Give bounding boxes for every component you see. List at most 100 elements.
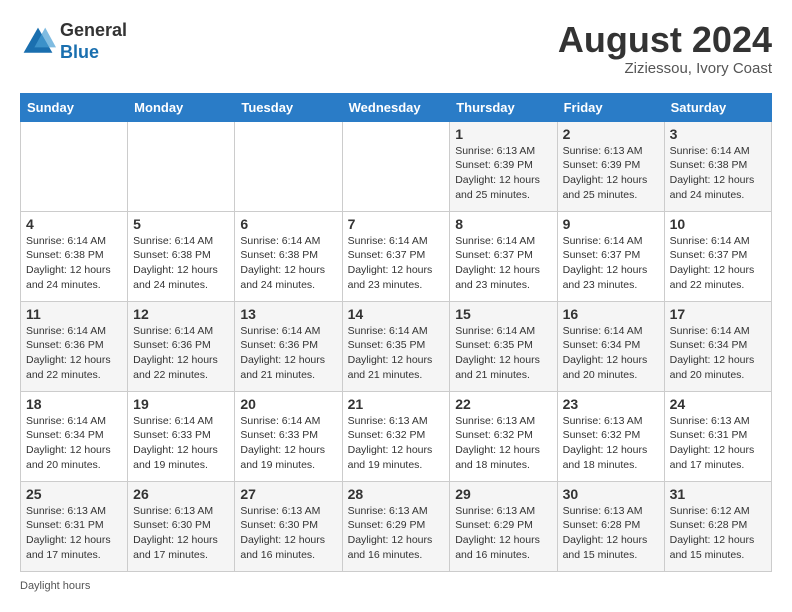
day-number: 20 [240,396,336,412]
day-number: 12 [133,306,229,322]
weekday-header-cell: Monday [128,93,235,121]
calendar-cell: 21 Sunrise: 6:13 AM Sunset: 6:32 PM Dayli… [342,391,450,481]
calendar-cell: 20 Sunrise: 6:14 AM Sunset: 6:33 PM Dayli… [235,391,342,481]
day-number: 30 [563,486,659,502]
calendar-cell: 25 Sunrise: 6:13 AM Sunset: 6:31 PM Dayli… [21,481,128,571]
weekday-header-row: SundayMondayTuesdayWednesdayThursdayFrid… [21,93,772,121]
day-number: 9 [563,216,659,232]
calendar-week-row: 25 Sunrise: 6:13 AM Sunset: 6:31 PM Dayli… [21,481,772,571]
day-info: Sunrise: 6:12 AM Sunset: 6:28 PM Dayligh… [670,504,766,563]
calendar-cell: 7Sunrise: 6:14 AM Sunset: 6:37 PM Daylig… [342,211,450,301]
logo-text: General Blue [60,20,127,63]
day-info: Sunrise: 6:13 AM Sunset: 6:32 PM Dayligh… [563,414,659,473]
day-number: 29 [455,486,551,502]
calendar-week-row: 18Sunrise: 6:14 AM Sunset: 6:34 PM Dayli… [21,391,772,481]
day-info: Sunrise: 6:14 AM Sunset: 6:37 PM Dayligh… [348,234,445,293]
day-number: 14 [348,306,445,322]
day-number: 22 [455,396,551,412]
calendar-cell: 31 Sunrise: 6:12 AM Sunset: 6:28 PM Dayli… [664,481,771,571]
day-number: 4 [26,216,122,232]
calendar-cell: 11Sunrise: 6:14 AM Sunset: 6:36 PM Dayli… [21,301,128,391]
day-number: 31 [670,486,766,502]
day-info: Sunrise: 6:13 AM Sunset: 6:31 PM Dayligh… [670,414,766,473]
day-info: Sunrise: 6:14 AM Sunset: 6:37 PM Dayligh… [455,234,551,293]
day-number: 16 [563,306,659,322]
day-number: 25 [26,486,122,502]
calendar-cell: 10 Sunrise: 6:14 AM Sunset: 6:37 PM Dayli… [664,211,771,301]
page-header: General Blue August 2024 Ziziessou, Ivor… [20,20,772,77]
calendar-cell [21,121,128,211]
day-info: Sunrise: 6:13 AM Sunset: 6:29 PM Dayligh… [348,504,445,563]
calendar-cell: 26 Sunrise: 6:13 AM Sunset: 6:30 PM Dayli… [128,481,235,571]
logo: General Blue [20,20,127,63]
calendar-cell: 9 Sunrise: 6:14 AM Sunset: 6:37 PM Daylig… [557,211,664,301]
location: Ziziessou, Ivory Coast [558,60,772,77]
day-info: Sunrise: 6:13 AM Sunset: 6:39 PM Dayligh… [455,144,551,203]
day-info: Sunrise: 6:13 AM Sunset: 6:29 PM Dayligh… [455,504,551,563]
day-number: 15 [455,306,551,322]
day-number: 19 [133,396,229,412]
day-info: Sunrise: 6:14 AM Sunset: 6:34 PM Dayligh… [563,324,659,383]
day-info: Sunrise: 6:14 AM Sunset: 6:38 PM Dayligh… [240,234,336,293]
logo-general: General [60,20,127,42]
day-info: Sunrise: 6:14 AM Sunset: 6:34 PM Dayligh… [670,324,766,383]
day-info: Sunrise: 6:14 AM Sunset: 6:36 PM Dayligh… [240,324,336,383]
calendar-cell: 23 Sunrise: 6:13 AM Sunset: 6:32 PM Dayli… [557,391,664,481]
calendar-cell: 29 Sunrise: 6:13 AM Sunset: 6:29 PM Dayli… [450,481,557,571]
day-info: Sunrise: 6:13 AM Sunset: 6:32 PM Dayligh… [348,414,445,473]
calendar-cell: 30Sunrise: 6:13 AM Sunset: 6:28 PM Dayli… [557,481,664,571]
calendar-cell: 1 Sunrise: 6:13 AM Sunset: 6:39 PM Daylig… [450,121,557,211]
day-info: Sunrise: 6:13 AM Sunset: 6:30 PM Dayligh… [240,504,336,563]
calendar-cell: 13 Sunrise: 6:14 AM Sunset: 6:36 PM Dayli… [235,301,342,391]
day-number: 21 [348,396,445,412]
calendar-cell: 14 Sunrise: 6:14 AM Sunset: 6:35 PM Dayli… [342,301,450,391]
calendar-cell: 6 Sunrise: 6:14 AM Sunset: 6:38 PM Daylig… [235,211,342,301]
day-info: Sunrise: 6:13 AM Sunset: 6:31 PM Dayligh… [26,504,122,563]
day-number: 6 [240,216,336,232]
day-info: Sunrise: 6:13 AM Sunset: 6:32 PM Dayligh… [455,414,551,473]
weekday-header-cell: Wednesday [342,93,450,121]
day-number: 23 [563,396,659,412]
day-number: 1 [455,126,551,142]
day-info: Sunrise: 6:14 AM Sunset: 6:33 PM Dayligh… [133,414,229,473]
calendar-cell: 27 Sunrise: 6:13 AM Sunset: 6:30 PM Dayli… [235,481,342,571]
calendar-cell: 16 Sunrise: 6:14 AM Sunset: 6:34 PM Dayli… [557,301,664,391]
calendar-cell: 4Sunrise: 6:14 AM Sunset: 6:38 PM Daylig… [21,211,128,301]
logo-icon [20,24,56,60]
day-number: 26 [133,486,229,502]
calendar-week-row: 4 Sunrise: 6:14 AM Sunset: 6:38 PM Daylig… [21,211,772,301]
calendar-cell [128,121,235,211]
day-info: Sunrise: 6:14 AM Sunset: 6:34 PM Dayligh… [26,414,122,473]
day-number: 24 [670,396,766,412]
day-info: Sunrise: 6:13 AM Sunset: 6:30 PM Dayligh… [133,504,229,563]
daylight-note: Daylight hours [20,580,90,592]
day-info: Sunrise: 6:14 AM Sunset: 6:33 PM Dayligh… [240,414,336,473]
day-number: 17 [670,306,766,322]
day-number: 2 [563,126,659,142]
day-number: 13 [240,306,336,322]
calendar-cell: 5Sunrise: 6:14 AM Sunset: 6:38 PM Daylig… [128,211,235,301]
day-number: 27 [240,486,336,502]
day-info: Sunrise: 6:14 AM Sunset: 6:37 PM Dayligh… [563,234,659,293]
day-info: Sunrise: 6:14 AM Sunset: 6:35 PM Dayligh… [348,324,445,383]
calendar-cell: 18Sunrise: 6:14 AM Sunset: 6:34 PM Dayli… [21,391,128,481]
calendar-cell: 8Sunrise: 6:14 AM Sunset: 6:37 PM Daylig… [450,211,557,301]
calendar-week-row: 1 Sunrise: 6:13 AM Sunset: 6:39 PM Daylig… [21,121,772,211]
day-number: 11 [26,306,122,322]
weekday-header-cell: Tuesday [235,93,342,121]
calendar-week-row: 11 Sunrise: 6:14 AM Sunset: 6:36 PM Dayli… [21,301,772,391]
calendar-table: SundayMondayTuesdayWednesdayThursdayFrid… [20,93,772,572]
weekday-header-cell: Saturday [664,93,771,121]
day-number: 10 [670,216,766,232]
weekday-header-cell: Sunday [21,93,128,121]
logo-blue: Blue [60,42,127,64]
day-info: Sunrise: 6:14 AM Sunset: 6:37 PM Dayligh… [670,234,766,293]
calendar-cell: 17 Sunrise: 6:14 AM Sunset: 6:34 PM Dayli… [664,301,771,391]
day-info: Sunrise: 6:14 AM Sunset: 6:35 PM Dayligh… [455,324,551,383]
weekday-header-cell: Friday [557,93,664,121]
day-info: Sunrise: 6:13 AM Sunset: 6:39 PM Dayligh… [563,144,659,203]
weekday-header-cell: Thursday [450,93,557,121]
calendar-cell: 15 Sunrise: 6:14 AM Sunset: 6:35 PM Dayli… [450,301,557,391]
calendar-cell [342,121,450,211]
day-info: Sunrise: 6:14 AM Sunset: 6:38 PM Dayligh… [670,144,766,203]
